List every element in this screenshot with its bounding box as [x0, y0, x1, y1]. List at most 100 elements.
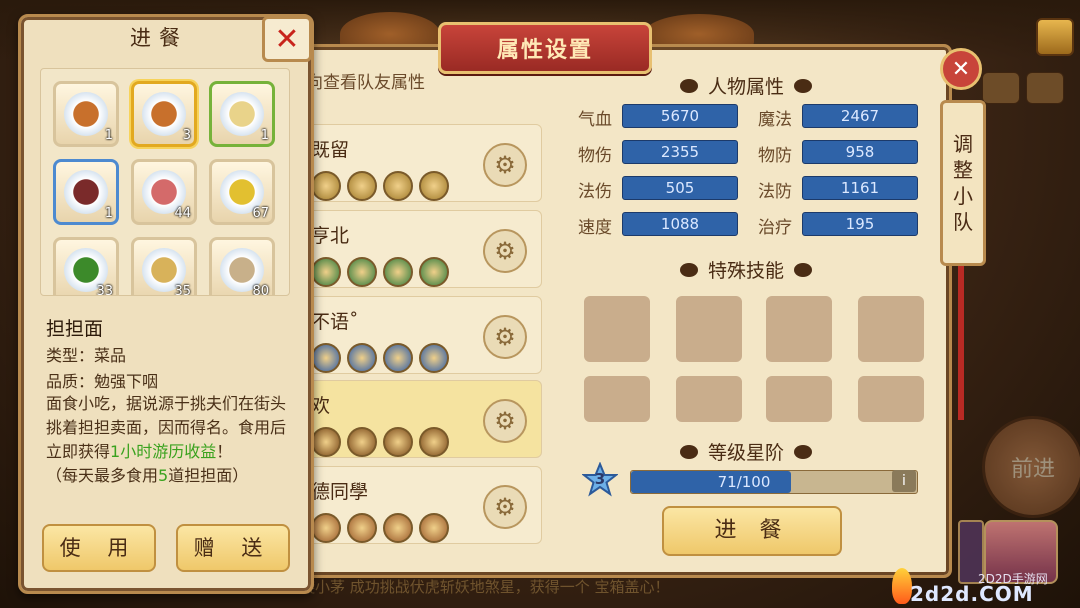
eat-panel-title: 进餐	[130, 26, 188, 50]
gear-icon[interactable]: ⚙	[483, 229, 527, 273]
teammate-skill-icon	[311, 513, 341, 543]
teammate-skill-icon	[347, 427, 377, 457]
level-progress-text: 71/100	[717, 473, 771, 491]
stat-label: 物伤	[578, 146, 612, 166]
swirl-icon	[680, 78, 698, 93]
food-item-shrimp[interactable]: 80	[209, 237, 275, 296]
attribute-close-button[interactable]: ✕	[940, 48, 982, 90]
team-row[interactable]: 不语˚ ⚙	[306, 296, 542, 374]
teammate-skill-icon	[311, 427, 341, 457]
skill-slot[interactable]	[858, 376, 924, 422]
team-row[interactable]: 既留 ⚙	[306, 124, 542, 202]
teammate-skill-icon	[383, 343, 413, 373]
gear-icon[interactable]: ⚙	[483, 143, 527, 187]
skill-slot[interactable]	[858, 296, 924, 362]
stat-value: 195	[802, 212, 918, 236]
skill-slot[interactable]	[676, 376, 742, 422]
stat-value: 1088	[622, 212, 738, 236]
forward-button[interactable]: 前进	[982, 416, 1080, 518]
gear-icon[interactable]: ⚙	[483, 399, 527, 443]
food-item-raw-meat[interactable]: 44	[131, 159, 197, 225]
food-grid: 1 3 1 1 44 67 33 35 80	[40, 68, 290, 296]
food-icon	[64, 92, 108, 136]
desc-reward: 1小时游历收益	[110, 442, 217, 461]
decorative-cord	[958, 260, 964, 420]
skill-slot[interactable]	[676, 296, 742, 362]
teammate-skill-icon	[419, 257, 449, 287]
food-item-beans[interactable]: 67	[209, 159, 275, 225]
teammate-skill-icons	[311, 513, 449, 543]
team-row[interactable]: 亨北 ⚙	[306, 210, 542, 288]
teammate-skill-icons	[311, 257, 449, 287]
forward-label: 前进	[1010, 457, 1055, 482]
stat-label: 气血	[578, 110, 612, 130]
level-progress-bar: 71/100	[630, 470, 918, 494]
teammate-skill-icon	[311, 257, 341, 287]
adjust-team-tab[interactable]: 调 整 小 队	[940, 100, 986, 266]
adjust-team-char: 调	[953, 132, 973, 156]
food-count: 67	[252, 206, 269, 221]
skill-slot[interactable]	[766, 296, 832, 362]
skills-heading: 特殊技能	[680, 256, 813, 283]
skill-slot[interactable]	[766, 376, 832, 422]
food-count: 44	[174, 206, 191, 221]
food-quality: 品质：勉强下咽	[46, 372, 159, 391]
watermark-big: 2d2d.COM	[910, 582, 1034, 606]
teammate-skill-icons	[311, 427, 449, 457]
food-count: 33	[96, 284, 113, 296]
selected-food-name: 担担面	[46, 318, 104, 340]
food-item-dandan-noodles-1[interactable]: 1	[53, 81, 119, 147]
swirl-icon	[680, 444, 698, 459]
mail-icon[interactable]	[982, 72, 1020, 104]
food-type: 类型：菜品	[46, 346, 127, 365]
stat-value: 2355	[622, 140, 738, 164]
teammate-skill-icon	[383, 257, 413, 287]
bag-icon[interactable]	[1026, 72, 1064, 104]
shop-icon[interactable]	[1036, 18, 1074, 56]
food-count: 1	[104, 128, 113, 143]
limit-text: （每天最多食用	[46, 466, 159, 485]
teammate-skill-icon	[419, 427, 449, 457]
stat-value: 2467	[802, 104, 918, 128]
flame-logo-icon	[892, 568, 912, 604]
star-level-number: 3	[594, 470, 606, 488]
food-description: 面食小吃，据说源于挑夫们在街头挑着担担卖面，因而得名。食用后立即获得1小时游历收…	[46, 392, 286, 488]
food-item-dandan-noodles-3[interactable]: 3	[131, 81, 197, 147]
teammate-skill-icon	[383, 513, 413, 543]
skill-slot[interactable]	[584, 296, 650, 362]
give-button[interactable]: 赠 送	[176, 524, 290, 572]
teammate-skill-icon	[419, 513, 449, 543]
gear-icon[interactable]: ⚙	[483, 315, 527, 359]
use-button[interactable]: 使 用	[42, 524, 156, 572]
food-count: 35	[174, 284, 191, 296]
desc-text-end: ！	[216, 442, 233, 461]
info-button[interactable]: i	[892, 470, 916, 492]
teammate-hint: 向查看队友属性	[306, 73, 425, 93]
eat-button[interactable]: 进 餐	[662, 506, 842, 556]
stat-label: 魔法	[758, 110, 792, 130]
teammate-skill-icon	[419, 343, 449, 373]
attribute-panel-title: 属性设置	[438, 22, 652, 74]
food-item-wheat[interactable]: 35	[131, 237, 197, 296]
gear-icon[interactable]: ⚙	[483, 485, 527, 529]
teammate-skill-icons	[311, 171, 449, 201]
team-row[interactable]: 欢 ⚙	[306, 380, 542, 458]
adjust-team-char: 队	[953, 210, 973, 234]
teammate-skill-icon	[347, 171, 377, 201]
stat-label: 法伤	[578, 182, 612, 202]
skill-slot[interactable]	[584, 376, 650, 422]
teammate-name: 不语˚	[311, 311, 359, 333]
food-item-greens[interactable]: 33	[53, 237, 119, 296]
food-count: 80	[252, 284, 269, 296]
adjust-team-char: 小	[953, 184, 973, 208]
food-item-tofu-dish[interactable]: 1	[209, 81, 275, 147]
stat-value: 958	[802, 140, 918, 164]
teammate-skill-icon	[383, 427, 413, 457]
team-row[interactable]: 德同學 ⚙	[306, 466, 542, 544]
stat-value: 1161	[802, 176, 918, 200]
site-watermark: 2D2D手游网 2d2d.COM	[888, 568, 1078, 608]
swirl-icon	[680, 262, 698, 277]
eat-close-button[interactable]: ✕	[262, 16, 312, 62]
food-item-braised-meat[interactable]: 1	[53, 159, 119, 225]
teammate-skill-icon	[311, 343, 341, 373]
